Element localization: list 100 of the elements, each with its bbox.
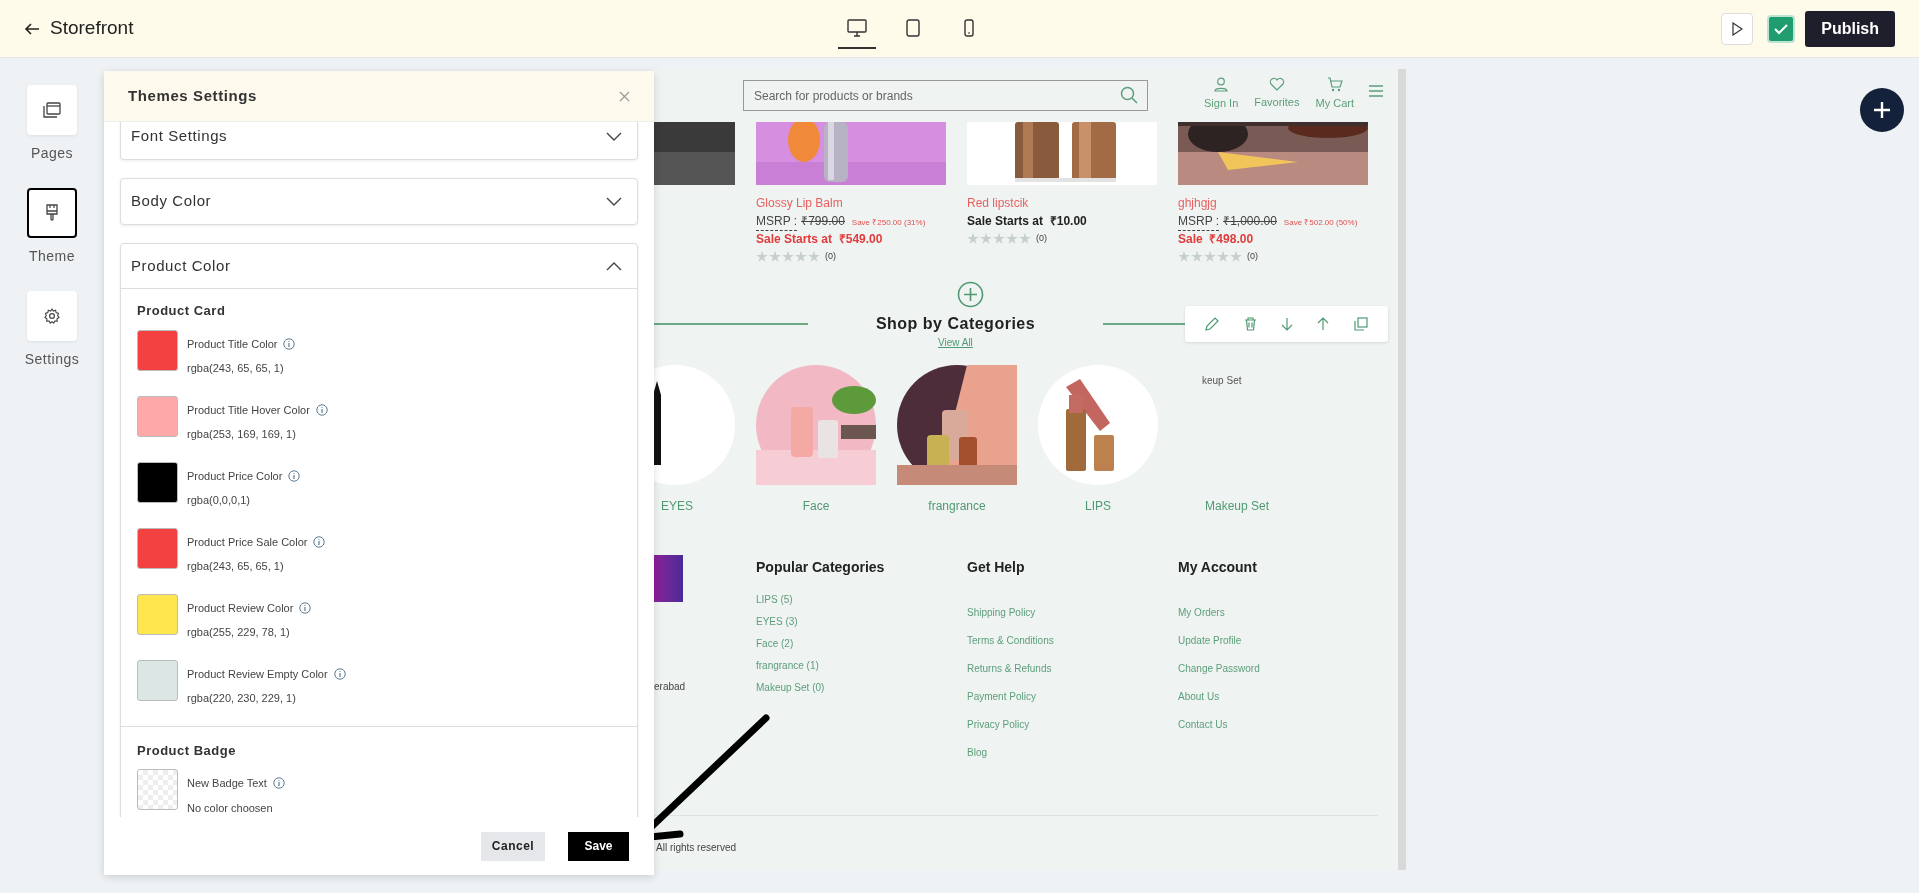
footer-link[interactable]: Returns & Refunds xyxy=(967,660,1157,675)
user-link[interactable]: Sign In xyxy=(1204,77,1239,112)
color-value: rgba(0,0,0,1) xyxy=(187,493,251,508)
address-text: erabad xyxy=(654,679,687,694)
tablet-icon xyxy=(906,18,920,37)
footer-link[interactable]: Shipping Policy xyxy=(967,604,1157,619)
preview-play-button[interactable] xyxy=(1721,12,1754,45)
color-value: No color choosen xyxy=(187,800,274,816)
save-button[interactable]: Save xyxy=(568,831,629,861)
empty-color-swatch[interactable] xyxy=(137,769,178,810)
color-label: Product Review Color xyxy=(187,600,294,616)
cart-icon xyxy=(1326,77,1343,92)
sidebar-label[interactable]: Theme xyxy=(28,246,76,267)
footer-link[interactable]: Makeup Set (0) xyxy=(756,679,946,694)
heart-icon xyxy=(1268,77,1285,91)
footer-heading: My Account xyxy=(1178,557,1258,577)
color-swatch[interactable] xyxy=(137,527,178,569)
category-name[interactable]: Face xyxy=(802,496,830,515)
delete-icon[interactable] xyxy=(1243,316,1257,331)
view-all-link[interactable]: View All xyxy=(938,334,973,350)
accordion-header[interactable]: Font Settings xyxy=(121,122,637,159)
color-swatch[interactable] xyxy=(137,659,178,701)
category-name[interactable]: LIPS xyxy=(1085,496,1111,515)
footer-link[interactable]: Terms & Conditions xyxy=(967,632,1157,647)
footer-link[interactable]: Contact Us xyxy=(1178,716,1368,731)
footer-link[interactable]: Face (2) xyxy=(756,635,946,650)
footer-link[interactable]: LIPS (5) xyxy=(756,591,946,606)
footer-heading: Popular Categories xyxy=(756,557,886,577)
search-icon[interactable] xyxy=(1120,86,1138,104)
move-down-icon[interactable] xyxy=(1280,316,1293,331)
footer-link[interactable]: frangrance (1) xyxy=(756,657,946,672)
search-field[interactable]: Search for products or brands xyxy=(743,80,1148,111)
pages-icon xyxy=(43,102,61,118)
app-title: Storefront xyxy=(50,16,135,41)
color-label: Product Review Empty Color xyxy=(187,666,328,682)
category-name[interactable]: EYES xyxy=(661,496,693,515)
review-count: (0) xyxy=(1036,232,1047,245)
accordion-header[interactable]: Product Color xyxy=(121,244,637,289)
color-value: rgba(253, 169, 169, 1) xyxy=(187,427,297,442)
info-icon[interactable] xyxy=(299,601,312,614)
heart-link[interactable]: Favorites xyxy=(1254,77,1300,112)
msrp-price: ₹1,000.00 xyxy=(1223,213,1277,230)
cancel-button[interactable]: Cancel xyxy=(481,831,545,861)
brush-icon xyxy=(45,204,59,222)
msrp-label: MSRP : xyxy=(756,212,798,231)
pages-button[interactable] xyxy=(27,85,77,135)
product-name[interactable]: Glossy Lip Balm xyxy=(756,194,946,212)
color-swatch[interactable] xyxy=(137,329,178,371)
menu-icon[interactable] xyxy=(1369,85,1383,97)
color-swatch[interactable] xyxy=(137,395,178,437)
logo-fragment xyxy=(654,554,683,602)
edit-icon[interactable] xyxy=(1205,316,1220,331)
footer-link[interactable]: Payment Policy xyxy=(967,688,1157,703)
footer-link[interactable]: About Us xyxy=(1178,688,1368,703)
move-up-icon[interactable] xyxy=(1317,316,1330,331)
sale-price: Sale Starts at ₹10.00 xyxy=(967,213,1088,230)
close-icon[interactable] xyxy=(619,90,630,102)
settings-button[interactable] xyxy=(27,291,77,341)
add-button[interactable] xyxy=(1860,88,1904,132)
image-alt-text: keup Set xyxy=(1202,374,1242,386)
category-name[interactable]: frangrance xyxy=(928,496,986,515)
settings-icon xyxy=(44,308,60,324)
accordion-header[interactable]: Body Color xyxy=(121,179,637,224)
color-swatch[interactable] xyxy=(137,593,178,635)
sale-price: Sale ₹498.00 xyxy=(1178,231,1255,248)
mobile-icon xyxy=(964,18,974,37)
group-heading: Product Badge xyxy=(137,741,237,760)
footer-link[interactable]: My Orders xyxy=(1178,604,1368,619)
footer-link[interactable]: Blog xyxy=(967,744,1157,759)
user-icon xyxy=(1214,77,1229,92)
footer-link[interactable]: Privacy Policy xyxy=(967,716,1157,731)
duplicate-icon[interactable] xyxy=(1353,316,1368,331)
add-section-icon[interactable] xyxy=(957,280,984,308)
back-icon[interactable] xyxy=(24,20,40,37)
color-label: Product Title Hover Color xyxy=(187,402,310,418)
sidebar-label[interactable]: Settings xyxy=(24,349,80,370)
cart-link[interactable]: My Cart xyxy=(1315,77,1354,112)
review-count: (0) xyxy=(825,250,836,263)
footer-link[interactable]: EYES (3) xyxy=(756,613,946,628)
info-icon[interactable] xyxy=(315,403,328,416)
color-label: New Badge Text xyxy=(187,776,267,791)
info-icon[interactable] xyxy=(288,469,301,482)
check-icon[interactable] xyxy=(1767,14,1796,43)
publish-button[interactable]: Publish xyxy=(1805,10,1895,47)
info-icon[interactable] xyxy=(313,535,326,548)
panel-header: Themes Settings xyxy=(104,71,654,122)
info-icon[interactable] xyxy=(272,777,285,790)
product-name[interactable]: ghjhgjg xyxy=(1178,194,1368,212)
info-icon[interactable] xyxy=(283,337,296,350)
theme-button[interactable] xyxy=(27,188,77,238)
sale-price: Sale Starts at ₹549.00 xyxy=(756,231,884,248)
footer-link[interactable]: Change Password xyxy=(1178,660,1368,675)
color-swatch[interactable] xyxy=(137,461,178,503)
group-heading: Product Card xyxy=(137,302,227,320)
info-icon[interactable] xyxy=(333,667,346,680)
sidebar-label[interactable]: Pages xyxy=(30,143,74,164)
category-name[interactable]: Makeup Set xyxy=(1204,496,1269,515)
color-label: Product Price Color xyxy=(187,468,283,484)
product-name[interactable]: Red lipstcik xyxy=(967,194,1157,212)
footer-link[interactable]: Update Profile xyxy=(1178,632,1368,647)
